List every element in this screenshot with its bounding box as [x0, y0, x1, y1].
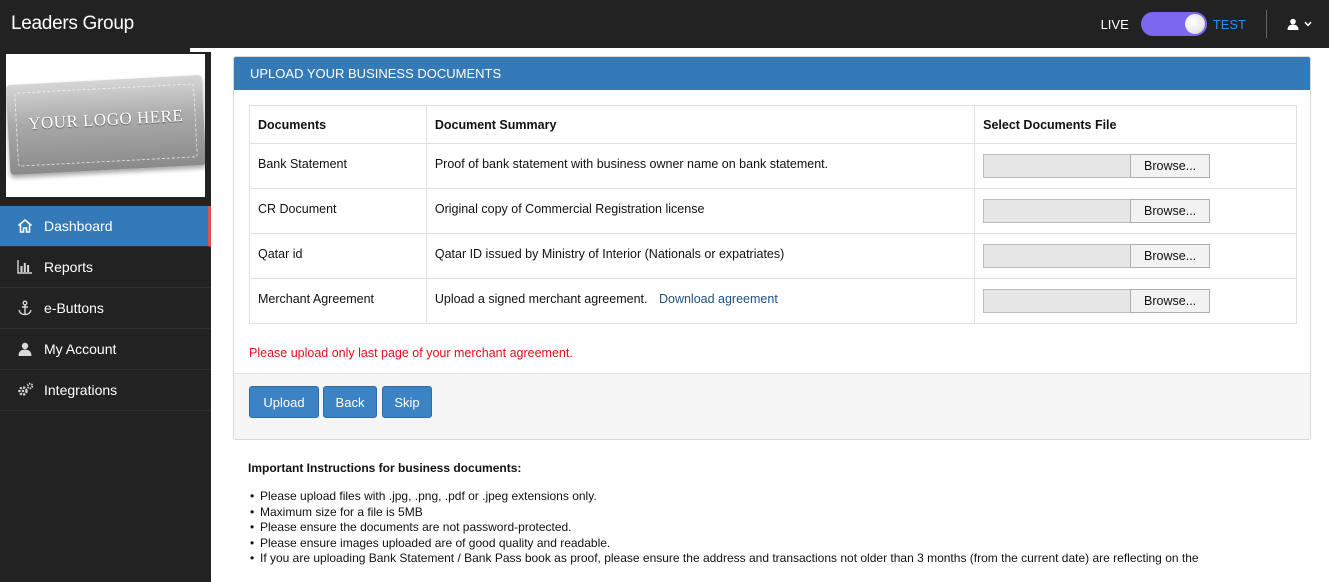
document-summary: Qatar ID issued by Ministry of Interior … — [425, 233, 976, 279]
file-cell: Browse... — [974, 278, 1297, 324]
documents-table: Documents Document Summary Select Docume… — [249, 105, 1297, 324]
file-name-field[interactable] — [983, 199, 1131, 223]
file-cell: Browse... — [974, 143, 1297, 189]
company-logo: YOUR LOGO HERE — [6, 54, 205, 197]
panel-title: UPLOAD YOUR BUSINESS DOCUMENTS — [234, 57, 1310, 90]
sidebar-item-e-buttons[interactable]: e-Buttons — [0, 288, 211, 329]
list-item: Please ensure the documents are not pass… — [248, 520, 1318, 536]
top-navbar: Leaders Group LIVE TEST — [0, 0, 1329, 48]
navbar-divider — [1266, 10, 1267, 38]
cogs-icon — [16, 381, 34, 399]
sidebar-nav: Dashboard Reports e-Buttons My Account I… — [0, 206, 211, 411]
file-cell: Browse... — [974, 233, 1297, 279]
instructions-section: Important Instructions for business docu… — [248, 461, 1318, 567]
upload-documents-panel: UPLOAD YOUR BUSINESS DOCUMENTS Documents… — [233, 56, 1311, 440]
bar-chart-icon — [16, 258, 34, 276]
list-item: Please ensure images uploaded are of goo… — [248, 536, 1318, 552]
column-header-summary: Document Summary — [425, 105, 976, 144]
logo-placeholder-tag: YOUR LOGO HERE — [6, 74, 205, 176]
instructions-title: Important Instructions for business docu… — [248, 461, 522, 475]
document-name: Qatar id — [249, 233, 427, 279]
skip-button[interactable]: Skip — [382, 386, 432, 418]
table-header-row: Documents Document Summary Select Docume… — [249, 105, 1297, 144]
sidebar-tab-notch — [190, 48, 211, 52]
logo-text: YOUR LOGO HERE — [27, 105, 184, 134]
upload-button[interactable]: Upload — [249, 386, 319, 418]
file-input[interactable]: Browse... — [983, 154, 1211, 178]
file-input[interactable]: Browse... — [983, 199, 1211, 223]
file-cell: Browse... — [974, 188, 1297, 234]
sidebar: YOUR LOGO HERE Dashboard Reports e-Butto… — [0, 48, 211, 582]
list-item: Please upload files with .jpg, .png, .pd… — [248, 489, 1318, 505]
env-test-label: TEST — [1212, 16, 1246, 32]
file-name-field[interactable] — [983, 244, 1131, 268]
toggle-knob — [1184, 14, 1205, 34]
file-input[interactable]: Browse... — [983, 289, 1211, 313]
sidebar-item-label: e-Buttons — [44, 300, 104, 316]
env-live-label: LIVE — [1100, 16, 1129, 32]
chevron-down-icon — [1304, 21, 1312, 27]
anchor-icon — [16, 299, 34, 317]
document-summary: Proof of bank statement with business ow… — [425, 143, 976, 189]
document-name: Bank Statement — [249, 143, 427, 189]
file-name-field[interactable] — [983, 289, 1131, 313]
home-icon — [16, 217, 34, 235]
column-header-documents: Documents — [249, 105, 427, 144]
document-summary: Original copy of Commercial Registration… — [425, 188, 976, 234]
table-row: CR Document Original copy of Commercial … — [249, 188, 1297, 234]
instructions-list: Please upload files with .jpg, .png, .pd… — [248, 489, 1318, 567]
brand-title[interactable]: Leaders Group — [11, 0, 134, 48]
sidebar-item-label: My Account — [44, 341, 117, 357]
browse-button[interactable]: Browse... — [1130, 289, 1211, 313]
download-agreement-link[interactable]: Download agreement — [659, 292, 778, 306]
browse-button[interactable]: Browse... — [1130, 199, 1211, 223]
sidebar-item-reports[interactable]: Reports — [0, 247, 211, 288]
list-item: Maximum size for a file is 5MB — [248, 505, 1318, 521]
table-row: Bank Statement Proof of bank statement w… — [249, 143, 1297, 189]
upload-warning: Please upload only last page of your mer… — [249, 346, 573, 360]
document-name: Merchant Agreement — [249, 278, 427, 324]
user-icon — [1287, 18, 1299, 30]
live-test-toggle[interactable] — [1140, 12, 1207, 36]
document-name: CR Document — [249, 188, 427, 234]
document-summary-cell: Upload a signed merchant agreement. Down… — [425, 278, 976, 324]
list-item: If you are uploading Bank Statement / Ba… — [248, 551, 1318, 567]
sidebar-item-integrations[interactable]: Integrations — [0, 370, 211, 411]
sidebar-item-label: Integrations — [44, 382, 118, 398]
user-icon — [16, 340, 34, 358]
browse-button[interactable]: Browse... — [1130, 154, 1211, 178]
file-name-field[interactable] — [983, 154, 1131, 178]
sidebar-item-dashboard[interactable]: Dashboard — [0, 206, 211, 247]
table-row: Merchant Agreement Upload a signed merch… — [249, 278, 1297, 324]
file-input[interactable]: Browse... — [983, 244, 1211, 268]
sidebar-item-label: Dashboard — [44, 218, 113, 234]
document-summary: Upload a signed merchant agreement. — [434, 292, 648, 306]
sidebar-item-label: Reports — [44, 259, 94, 275]
sidebar-item-my-account[interactable]: My Account — [0, 329, 211, 370]
table-row: Qatar id Qatar ID issued by Ministry of … — [249, 233, 1297, 279]
column-header-select-file: Select Documents File — [974, 105, 1297, 144]
environment-switch[interactable]: LIVE TEST — [1101, 12, 1246, 36]
user-menu-button[interactable] — [1287, 14, 1312, 34]
panel-footer: Upload Back Skip — [234, 373, 1310, 439]
back-button[interactable]: Back — [323, 386, 377, 418]
browse-button[interactable]: Browse... — [1130, 244, 1211, 268]
